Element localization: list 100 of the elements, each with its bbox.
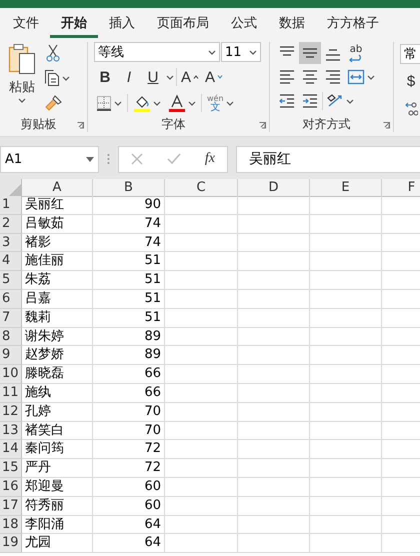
check-icon[interactable]: [166, 153, 181, 165]
character-label: 文: [210, 103, 220, 112]
empty-cell: [310, 534, 382, 554]
ribbon-tab[interactable]: 公式: [220, 8, 268, 38]
row-header[interactable]: 10: [0, 365, 22, 384]
bold-button[interactable]: B: [94, 66, 116, 88]
column-header[interactable]: E: [310, 179, 382, 197]
table-cell: 64: [93, 534, 165, 554]
empty-cell: [310, 252, 382, 272]
table-cell: 70: [93, 402, 165, 422]
row-header[interactable]: 14: [0, 440, 22, 460]
empty-cell: [310, 459, 382, 478]
row-header[interactable]: 11: [0, 384, 22, 403]
table-cell: 魏莉: [22, 308, 93, 328]
table-cell: 尤园: [22, 534, 93, 554]
decimal-arrow-icon: [404, 101, 418, 117]
table-cell: 孔婷: [22, 402, 93, 422]
table-cell: 72: [93, 459, 165, 478]
currency-button[interactable]: $: [400, 70, 420, 92]
formula-input[interactable]: 吴丽红: [236, 146, 420, 172]
row-header[interactable]: 5: [0, 271, 22, 290]
empty-cell: [310, 422, 382, 440]
merge-cells-icon: [347, 68, 365, 86]
wrap-text-button[interactable]: ab: [345, 42, 367, 64]
font-color-button[interactable]: [166, 92, 198, 114]
row-header[interactable]: 15: [0, 459, 22, 478]
return-arrow-icon: [349, 54, 363, 62]
drag-handle-icon[interactable]: [107, 153, 110, 165]
column-header[interactable]: F: [382, 179, 420, 197]
ribbon-tab[interactable]: 方方格子: [316, 8, 390, 38]
table-cell: 褚笑白: [22, 422, 93, 440]
increase-font-size-button[interactable]: A: [179, 66, 202, 88]
row-header[interactable]: 17: [0, 496, 22, 516]
underline-button[interactable]: U: [142, 66, 164, 88]
name-box[interactable]: A1: [0, 146, 99, 172]
italic-button[interactable]: I: [118, 66, 140, 88]
table-cell: 吴丽红: [22, 196, 93, 215]
row-header[interactable]: 18: [0, 516, 22, 534]
font-name-dropdown[interactable]: 等线: [94, 42, 220, 62]
paste-button[interactable]: 粘贴: [6, 42, 38, 116]
empty-cell: [310, 328, 382, 346]
empty-cell: [310, 196, 382, 215]
empty-cell: [238, 308, 310, 328]
row-header[interactable]: 12: [0, 402, 22, 422]
ribbon-tab[interactable]: 数据: [268, 8, 316, 38]
table-cell: 74: [93, 234, 165, 252]
ribbon-tab[interactable]: 插入: [98, 8, 146, 38]
decrease-indent-icon: [278, 92, 296, 110]
empty-cell: [238, 422, 310, 440]
row-header[interactable]: 3: [0, 234, 22, 252]
ribbon-tab[interactable]: 页面布局: [146, 8, 220, 38]
table-cell: 64: [93, 516, 165, 534]
clipboard-icon: [8, 42, 36, 76]
empty-cell: [238, 271, 310, 290]
column-header[interactable]: B: [93, 179, 165, 197]
table-cell: 郑迎曼: [22, 478, 93, 497]
row-header[interactable]: 4: [0, 252, 22, 272]
row-header[interactable]: 2: [0, 214, 22, 234]
empty-cell: [238, 346, 310, 366]
row-header[interactable]: 19: [0, 534, 22, 554]
column-header[interactable]: A: [22, 179, 93, 197]
row-header[interactable]: 8: [0, 328, 22, 346]
pinyin-label: wén: [207, 94, 224, 103]
row-header[interactable]: 16: [0, 478, 22, 497]
align-middle-button[interactable]: [299, 42, 321, 64]
align-center-icon: [301, 68, 319, 86]
table-cell: 严丹: [22, 459, 93, 478]
dialog-launcher-icon[interactable]: [259, 122, 266, 129]
table-cell: 51: [93, 290, 165, 309]
phonetic-guide-button[interactable]: wén 文: [205, 92, 236, 114]
group-label: 字体: [160, 116, 186, 132]
number-format-dropdown[interactable]: 常: [400, 44, 420, 64]
empty-cell: [238, 252, 310, 272]
insert-function-button[interactable]: fx: [204, 151, 215, 167]
empty-cell: [310, 346, 382, 366]
table-cell: 谢朱婷: [22, 328, 93, 346]
table-cell: 朱荔: [22, 271, 93, 290]
row-header[interactable]: 6: [0, 290, 22, 309]
align-right-icon: [324, 68, 342, 86]
font-size-dropdown[interactable]: 11: [221, 42, 261, 62]
row-header[interactable]: 7: [0, 308, 22, 328]
column-header[interactable]: D: [238, 179, 310, 197]
copy-button[interactable]: [42, 67, 72, 89]
row-header[interactable]: 9: [0, 346, 22, 366]
ribbon-tab[interactable]: 开始: [50, 8, 98, 38]
decrease-font-size-button[interactable]: A: [203, 66, 226, 88]
empty-cell: [310, 365, 382, 384]
borders-icon: [96, 95, 112, 111]
empty-cell: [238, 290, 310, 309]
ribbon-tab[interactable]: 文件: [2, 8, 50, 38]
empty-cell: [238, 496, 310, 516]
table-cell: 70: [93, 422, 165, 440]
table-cell: 51: [93, 308, 165, 328]
row-header[interactable]: 1: [0, 196, 22, 215]
row-header[interactable]: 13: [0, 422, 22, 440]
column-header[interactable]: C: [165, 179, 238, 197]
dialog-launcher-icon[interactable]: [383, 122, 390, 129]
empty-cell: [310, 496, 382, 516]
dialog-launcher-icon[interactable]: [77, 122, 84, 129]
table-cell: 60: [93, 496, 165, 516]
